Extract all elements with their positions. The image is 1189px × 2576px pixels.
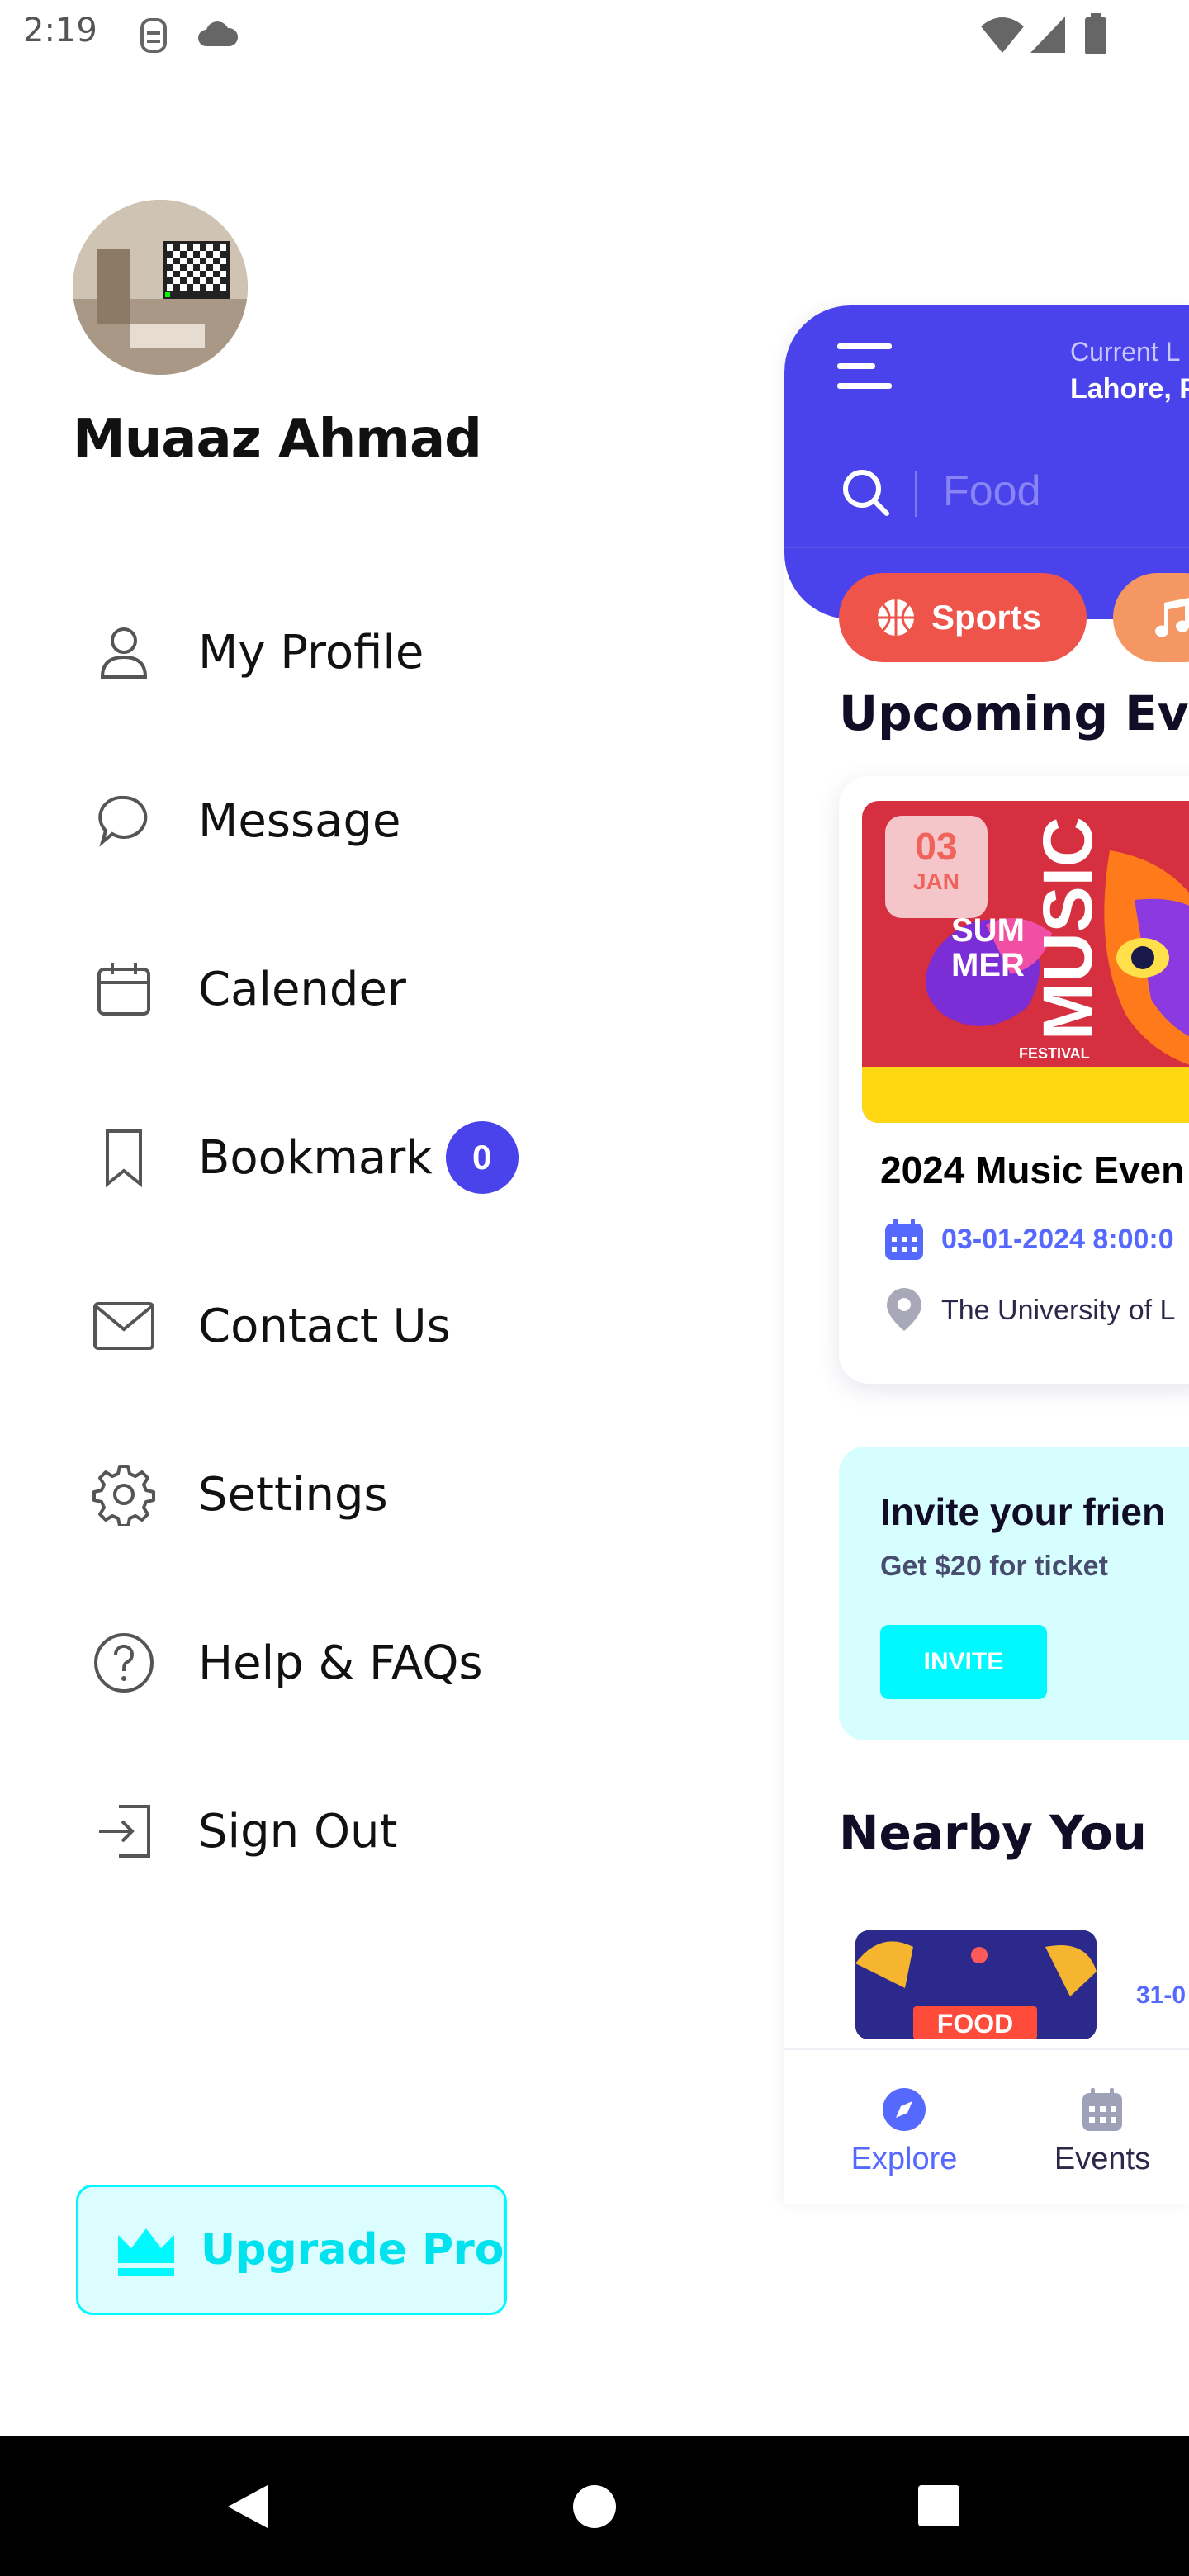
music-note-icon	[1155, 598, 1189, 637]
battery-icon	[1085, 13, 1106, 54]
wifi-icon	[981, 17, 1024, 53]
menu-item-sign-out[interactable]: Sign Out	[83, 1790, 578, 1873]
bookmark-count-badge: 0	[445, 1121, 519, 1194]
mail-icon	[83, 1285, 165, 1367]
current-location-label: Current L	[1070, 337, 1181, 367]
search-input[interactable]: Food	[943, 466, 1041, 516]
menu-item-my-profile[interactable]: My Profile	[83, 611, 578, 694]
recents-icon[interactable]	[917, 2484, 961, 2528]
sign-out-icon	[83, 1790, 165, 1873]
events-calendar-icon	[1082, 2088, 1122, 2131]
signal-icon	[1030, 17, 1065, 53]
nearby-event-item[interactable]: FOOD 31-0	[839, 1924, 1189, 2064]
user-icon	[83, 611, 165, 694]
menu-label: Calender	[198, 962, 406, 1016]
invite-title: Invite your frien	[880, 1490, 1166, 1533]
menu-item-message[interactable]: Message	[83, 779, 578, 862]
app-preview[interactable]: Current L Lahore, P Food Sports Upcoming…	[784, 305, 1189, 2204]
nav-explore-label: Explore	[850, 2142, 958, 2176]
menu-label: Bookmark	[198, 1130, 433, 1185]
event-month: JAN	[912, 869, 959, 894]
menu-label: Message	[198, 793, 401, 848]
invite-friends-card: Invite your frien Get $20 for ticket INV…	[839, 1447, 1189, 1740]
bottom-navigation: Explore Events	[784, 2048, 1189, 2204]
event-datetime: 03-01-2024 8:00:0	[941, 1224, 1174, 1255]
menu-item-settings[interactable]: Settings	[83, 1453, 578, 1536]
menu-label: Sign Out	[198, 1804, 398, 1859]
bookmark-icon	[83, 1116, 165, 1199]
menu-label: Settings	[198, 1467, 388, 1522]
search-icon[interactable]	[841, 467, 892, 519]
nav-events-label: Events	[1054, 2142, 1151, 2176]
invite-button[interactable]: INVITE	[880, 1625, 1047, 1699]
menu-label: Contact Us	[198, 1299, 451, 1353]
thumb-text: FOOD	[937, 2009, 1013, 2039]
calendar-icon	[83, 948, 165, 1030]
category-chip-music[interactable]	[1113, 573, 1189, 662]
message-icon	[83, 779, 165, 862]
invite-subtitle: Get $20 for ticket	[880, 1551, 1108, 1582]
back-icon[interactable]	[223, 2482, 272, 2531]
menu-label: Help & FAQs	[198, 1636, 483, 1690]
help-icon	[83, 1622, 165, 1704]
nav-explore[interactable]: Explore	[834, 2086, 974, 2185]
basketball-icon	[878, 599, 914, 636]
menu-item-contact-us[interactable]: Contact Us	[83, 1285, 578, 1367]
menu-item-calender[interactable]: Calender	[83, 948, 578, 1030]
upgrade-pro-label: Upgrade Pro	[201, 2225, 504, 2275]
cloud-icon	[198, 21, 239, 46]
status-time: 2:19	[23, 12, 97, 50]
menu-icon[interactable]	[837, 340, 892, 395]
compass-icon	[883, 2088, 926, 2131]
event-card[interactable]: SUM MER MUSIC FESTIVAL 03 JAN 2024 Music…	[839, 776, 1189, 1384]
category-chip-label: Sports	[931, 598, 1042, 637]
current-location-value[interactable]: Lahore, P	[1070, 373, 1189, 405]
event-title: 2024 Music Even	[880, 1148, 1185, 1191]
user-name: Muaaz Ahmad	[73, 409, 482, 470]
avatar[interactable]	[73, 200, 248, 375]
header-divider	[784, 547, 1189, 548]
nearby-event-image: FOOD	[855, 1930, 1097, 2039]
location-pin-icon	[887, 1288, 921, 1331]
menu-label: My Profile	[198, 625, 424, 680]
menu-item-help-faqs[interactable]: Help & FAQs	[83, 1622, 578, 1704]
system-navigation-bar	[0, 2436, 1189, 2576]
poster-text-festival: FESTIVAL	[1019, 1045, 1090, 1062]
notification-app-icon	[140, 18, 167, 53]
nearby-you-title: Nearby You	[839, 1805, 1147, 1861]
event-day: 03	[915, 825, 958, 868]
nearby-event-date: 31-0	[1136, 1982, 1187, 2009]
poster-text-mer: MER	[951, 947, 1025, 983]
event-place: The University of L	[941, 1295, 1176, 1326]
upcoming-events-title: Upcoming Even	[839, 685, 1189, 741]
home-icon[interactable]	[571, 2484, 618, 2530]
status-bar: 2:19	[0, 0, 1189, 73]
preview-header: Current L Lahore, P Food	[784, 305, 1189, 619]
menu-item-bookmark[interactable]: Bookmark 0	[83, 1116, 578, 1199]
crown-icon	[118, 2228, 174, 2276]
nav-events[interactable]: Events	[1032, 2086, 1172, 2185]
event-date-badge: 03 JAN	[885, 816, 988, 918]
event-calendar-icon	[885, 1219, 923, 1260]
upgrade-pro-button[interactable]: Upgrade Pro	[76, 2185, 507, 2315]
category-chip-sports[interactable]: Sports	[839, 573, 1087, 662]
gear-icon	[83, 1453, 165, 1536]
search-divider	[915, 471, 917, 517]
poster-text-music: MUSIC	[1029, 817, 1106, 1040]
